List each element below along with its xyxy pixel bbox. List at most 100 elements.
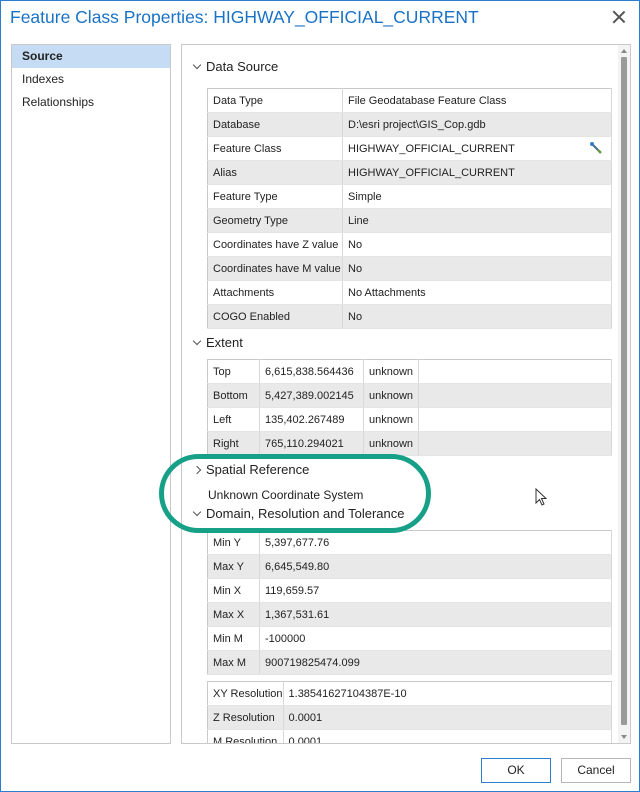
- extent-table: Top 6,615,838.564436 unknown Bottom 5,427,3…: [207, 359, 612, 456]
- row-unit: unknown: [363, 407, 419, 432]
- table-row: Coordinates have Z value No: [207, 232, 612, 257]
- row-spacer: [418, 431, 612, 456]
- row-label: COGO Enabled: [207, 304, 343, 329]
- scroll-down-icon[interactable]: [621, 735, 627, 739]
- chevron-down-icon[interactable]: [192, 60, 202, 70]
- row-label: Feature Type: [207, 184, 343, 209]
- row-value: 119,659.57: [259, 578, 612, 603]
- table-row: Max X 1,367,531.61: [207, 602, 612, 627]
- chevron-down-icon[interactable]: [192, 507, 202, 517]
- cancel-button[interactable]: Cancel: [561, 758, 631, 783]
- row-value: HIGHWAY_OFFICIAL_CURRENT: [348, 142, 515, 155]
- table-row: Database D:\esri project\GIS_Cop.gdb: [207, 112, 612, 137]
- edit-tool-icon[interactable]: [589, 141, 603, 155]
- table-row: Geometry Type Line: [207, 208, 612, 233]
- row-label: Left: [207, 407, 260, 432]
- table-row: Min M -100000: [207, 626, 612, 651]
- table-row: Min X 119,659.57: [207, 578, 612, 603]
- scroll-up-icon[interactable]: [621, 49, 627, 53]
- row-value: 6,645,549.80: [259, 554, 612, 579]
- table-row: Feature Type Simple: [207, 184, 612, 209]
- table-row: Left 135,402.267489 unknown: [207, 407, 612, 432]
- row-value: 135,402.267489: [259, 407, 364, 432]
- table-row: Right 765,110.294021 unknown: [207, 431, 612, 456]
- resolution-table: XY Resolution 1.38541627104387E-10 Z Reso…: [207, 681, 613, 743]
- row-value: D:\esri project\GIS_Cop.gdb: [342, 112, 612, 137]
- table-row: M Resolution 0.0001: [207, 729, 613, 743]
- domain-table: Min Y 5,397,677.76 Max Y 6,645,549.80 Min …: [207, 530, 612, 675]
- row-value: Simple: [342, 184, 612, 209]
- data-source-table: Data Type File Geodatabase Feature Class …: [207, 88, 612, 329]
- row-label: Top: [207, 359, 260, 384]
- section-title: Spatial Reference: [206, 462, 310, 477]
- title-bar[interactable]: Feature Class Properties: HIGHWAY_OFFICI…: [1, 1, 639, 37]
- ok-button[interactable]: OK: [481, 758, 551, 783]
- close-icon[interactable]: [609, 7, 629, 27]
- table-row: COGO Enabled No: [207, 304, 612, 329]
- row-value: 900719825474.099: [259, 650, 612, 675]
- section-spatial-reference-header[interactable]: Spatial Reference: [192, 462, 310, 477]
- table-row: Alias HIGHWAY_OFFICIAL_CURRENT: [207, 160, 612, 185]
- row-unit: unknown: [363, 431, 419, 456]
- section-extent-header[interactable]: Extent: [192, 335, 243, 350]
- row-value: 0.0001: [283, 729, 613, 743]
- row-value-cell: HIGHWAY_OFFICIAL_CURRENT: [342, 136, 612, 161]
- chevron-right-icon[interactable]: [192, 465, 202, 475]
- section-domain-header[interactable]: Domain, Resolution and Tolerance: [192, 506, 405, 521]
- row-label: Min Y: [207, 530, 260, 555]
- row-value: File Geodatabase Feature Class: [342, 88, 612, 113]
- row-value: 1.38541627104387E-10: [283, 681, 613, 706]
- section-title: Domain, Resolution and Tolerance: [206, 506, 405, 521]
- table-row: Min Y 5,397,677.76: [207, 530, 612, 555]
- table-row: Coordinates have M value No: [207, 256, 612, 281]
- vertical-scrollbar[interactable]: [618, 45, 630, 743]
- row-label: M Resolution: [207, 729, 284, 743]
- row-value: No: [342, 232, 612, 257]
- table-row: Z Resolution 0.0001: [207, 705, 613, 730]
- sidebar-item-relationships[interactable]: Relationships: [12, 91, 170, 114]
- section-title: Extent: [206, 335, 243, 350]
- table-row: Max M 900719825474.099: [207, 650, 612, 675]
- row-value: 1,367,531.61: [259, 602, 612, 627]
- row-unit: unknown: [363, 359, 419, 384]
- table-row: Max Y 6,645,549.80: [207, 554, 612, 579]
- row-value: No: [342, 304, 612, 329]
- table-row: Top 6,615,838.564436 unknown: [207, 359, 612, 384]
- row-label: Coordinates have Z value: [207, 232, 343, 257]
- row-label: Geometry Type: [207, 208, 343, 233]
- row-label: Alias: [207, 160, 343, 185]
- table-row: Attachments No Attachments: [207, 280, 612, 305]
- row-spacer: [418, 383, 612, 408]
- row-label: Right: [207, 431, 260, 456]
- chevron-down-icon[interactable]: [192, 336, 202, 346]
- table-row: Bottom 5,427,389.002145 unknown: [207, 383, 612, 408]
- row-value: 5,427,389.002145: [259, 383, 364, 408]
- row-label: Max M: [207, 650, 260, 675]
- properties-dialog: Feature Class Properties: HIGHWAY_OFFICI…: [0, 0, 640, 792]
- sidebar-item-indexes[interactable]: Indexes: [12, 68, 170, 91]
- row-spacer: [418, 359, 612, 384]
- row-label: Min M: [207, 626, 260, 651]
- row-label: Z Resolution: [207, 705, 284, 730]
- table-row: Feature Class HIGHWAY_OFFICIAL_CURRENT: [207, 136, 612, 161]
- section-data-source-header[interactable]: Data Source: [192, 59, 278, 74]
- row-value: HIGHWAY_OFFICIAL_CURRENT: [342, 160, 612, 185]
- row-value: -100000: [259, 626, 612, 651]
- row-value: No Attachments: [342, 280, 612, 305]
- table-row: Data Type File Geodatabase Feature Class: [207, 88, 612, 113]
- table-row: XY Resolution 1.38541627104387E-10: [207, 681, 613, 706]
- row-spacer: [418, 407, 612, 432]
- content-panel: Data Source Data Type File Geodatabase Fe…: [181, 44, 631, 744]
- row-label: Max X: [207, 602, 260, 627]
- row-value: 765,110.294021: [259, 431, 364, 456]
- row-label: Data Type: [207, 88, 343, 113]
- row-value: 5,397,677.76: [259, 530, 612, 555]
- row-value: No: [342, 256, 612, 281]
- row-label: Feature Class: [207, 136, 343, 161]
- row-value: 6,615,838.564436: [259, 359, 364, 384]
- sidebar-item-source[interactable]: Source: [12, 45, 170, 68]
- row-label: Attachments: [207, 280, 343, 305]
- scroll-thumb[interactable]: [621, 57, 627, 725]
- row-label: Bottom: [207, 383, 260, 408]
- sidebar: Source Indexes Relationships: [11, 44, 171, 744]
